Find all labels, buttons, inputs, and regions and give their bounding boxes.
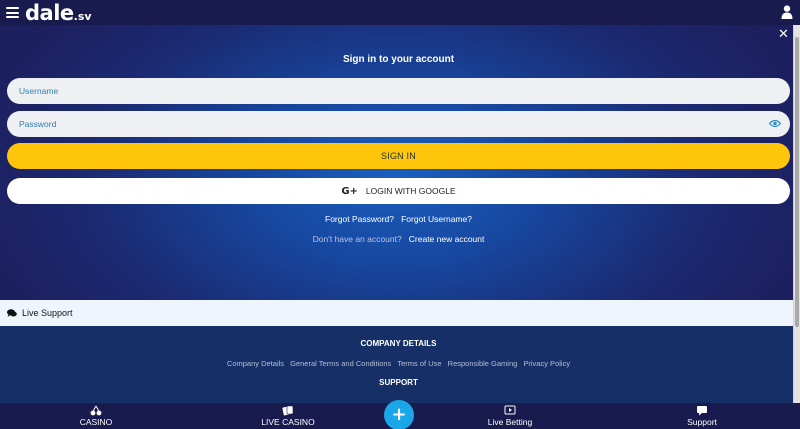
username-input[interactable] [7, 78, 790, 104]
add-fab-button[interactable]: + [384, 400, 414, 429]
google-login-label: LOGIN WITH GOOGLE [365, 186, 456, 196]
user-icon[interactable] [781, 5, 793, 19]
footer-link-company-details[interactable]: Company Details [227, 359, 284, 368]
hamburger-menu-icon[interactable] [6, 7, 19, 18]
no-account-text: Don't have an account? [312, 234, 402, 244]
password-input[interactable] [7, 111, 790, 137]
chat-bubbles-icon [7, 309, 17, 317]
scrollbar-thumb[interactable] [795, 37, 799, 327]
brand-name: dale [25, 1, 74, 25]
live-support-bar[interactable]: Live Support [0, 300, 793, 326]
forgot-password-link[interactable]: Forgot Password? [325, 214, 394, 224]
company-details-heading: COMPANY DETAILS [360, 339, 437, 348]
sign-in-button[interactable]: SIGN IN [7, 143, 790, 169]
google-plus-icon: G+ [341, 186, 358, 197]
nav-live-casino-label: LIVE CASINO [261, 417, 315, 427]
footer-links: Company Details General Terms and Condit… [0, 359, 797, 368]
create-account-link[interactable]: Create new account [409, 234, 485, 244]
top-bar: dale.sv [0, 0, 800, 25]
scrollbar[interactable] [793, 25, 800, 429]
support-heading: SUPPORT [379, 378, 418, 387]
forgot-links: Forgot Password? Forgot Username? [0, 214, 797, 224]
brand-tld: .sv [73, 10, 92, 23]
forgot-username-link[interactable]: Forgot Username? [401, 214, 472, 224]
close-icon[interactable]: ✕ [778, 27, 789, 42]
eye-icon[interactable] [769, 119, 781, 128]
cherries-icon [90, 405, 102, 416]
cards-icon [282, 405, 294, 416]
nav-casino-label: CASINO [79, 417, 113, 427]
footer-link-responsible-gaming[interactable]: Responsible Gaming [448, 359, 518, 368]
footer: COMPANY DETAILS Company Details General … [0, 326, 793, 403]
nav-live-casino[interactable]: LIVE CASINO [252, 403, 324, 429]
footer-link-terms-of-use[interactable]: Terms of Use [397, 359, 441, 368]
register-prompt: Don't have an account? Create new accoun… [0, 234, 797, 244]
footer-link-privacy-policy[interactable]: Privacy Policy [523, 359, 570, 368]
google-login-button[interactable]: G+ LOGIN WITH GOOGLE [7, 178, 790, 204]
nav-support[interactable]: Support [676, 403, 728, 429]
play-screen-icon [504, 405, 516, 415]
footer-link-terms-conditions[interactable]: General Terms and Conditions [290, 359, 391, 368]
nav-live-betting[interactable]: Live Betting [475, 403, 545, 429]
nav-live-betting-label: Live Betting [487, 417, 533, 427]
live-support-label: Live Support [22, 308, 73, 318]
speech-bubble-icon [697, 406, 707, 416]
nav-support-label: Support [687, 417, 717, 427]
brand-logo[interactable]: dale.sv [25, 1, 92, 25]
nav-casino[interactable]: CASINO [66, 403, 126, 429]
page-title: Sign in to your account [342, 54, 455, 65]
